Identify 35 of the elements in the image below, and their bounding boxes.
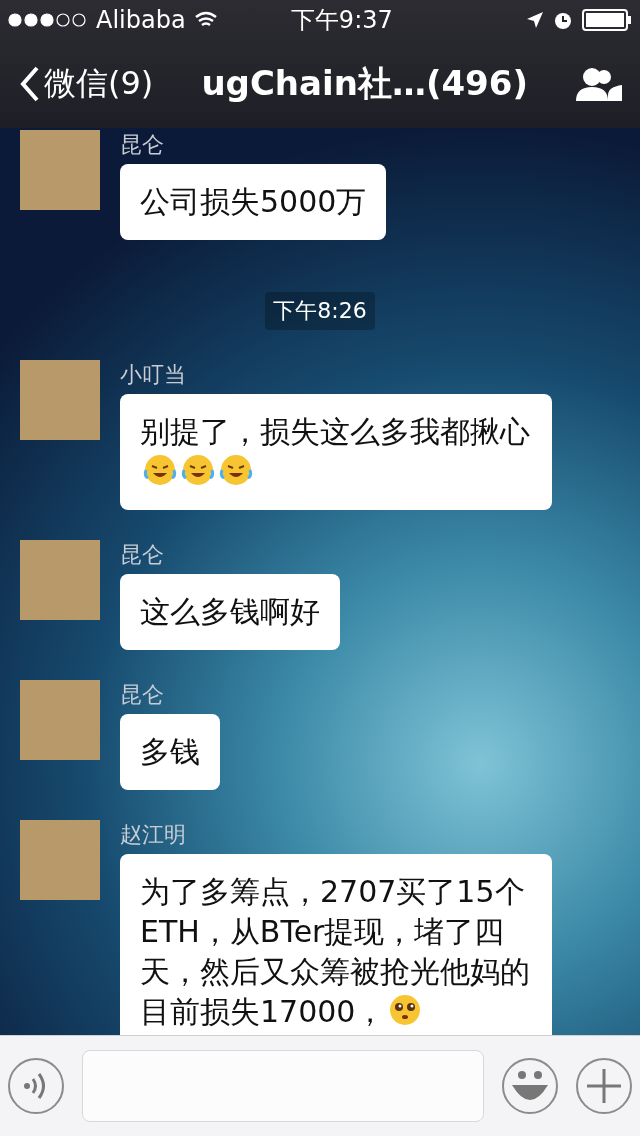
laughing-crying-emoji-icon [142, 452, 178, 488]
chevron-left-icon [20, 66, 40, 102]
plus-icon [587, 1069, 621, 1103]
clock-time: 下午9:37 [290, 5, 393, 36]
avatar-photo-placeholder[interactable] [20, 820, 100, 900]
group-members-icon[interactable] [576, 67, 622, 101]
sender-name: 昆仑 [120, 131, 165, 159]
avatar-photo-placeholder[interactable] [20, 680, 100, 760]
avatar-photo-placeholder[interactable] [20, 360, 100, 440]
emoji-button[interactable] [502, 1058, 558, 1114]
avatar-photo-placeholder[interactable] [20, 130, 100, 210]
sender-name: 赵江明 [120, 821, 187, 849]
battery-icon [582, 9, 632, 31]
laughing-crying-emoji-icon [180, 452, 216, 488]
avatar-photo-placeholder[interactable] [20, 540, 100, 620]
wifi-icon [193, 11, 218, 29]
timestamp: 下午8:26 [265, 292, 375, 330]
signal-strength-icon [8, 13, 88, 27]
message-bubble: 别提了，损失这么多我都揪心 [120, 394, 552, 510]
smiley-icon [510, 1069, 550, 1103]
message-bubble: 为了多筹点，2707买了15个ETH，从BTer提现，堵了四天，然后又众筹被抢光他妈的目前损失17000， [120, 854, 552, 1035]
voice-button[interactable] [8, 1058, 64, 1114]
back-button[interactable]: 微信(9) [20, 62, 154, 106]
carrier-name: Alibaba [96, 6, 186, 34]
sender-name: 昆仑 [120, 541, 165, 569]
chat-title: ugChain社…(496) [200, 62, 529, 105]
message-bubble: 多钱 [120, 714, 220, 790]
message-bubble: 公司损失5000万 [120, 164, 387, 240]
location-arrow-icon [526, 11, 544, 29]
laughing-crying-emoji-icon [218, 452, 254, 488]
sender-name: 小叮当 [120, 361, 187, 389]
sender-name: 昆仑 [120, 681, 165, 709]
add-button[interactable] [576, 1058, 632, 1114]
message-bubble: 这么多钱啊好 [120, 574, 340, 650]
message-input-field[interactable] [82, 1050, 484, 1122]
